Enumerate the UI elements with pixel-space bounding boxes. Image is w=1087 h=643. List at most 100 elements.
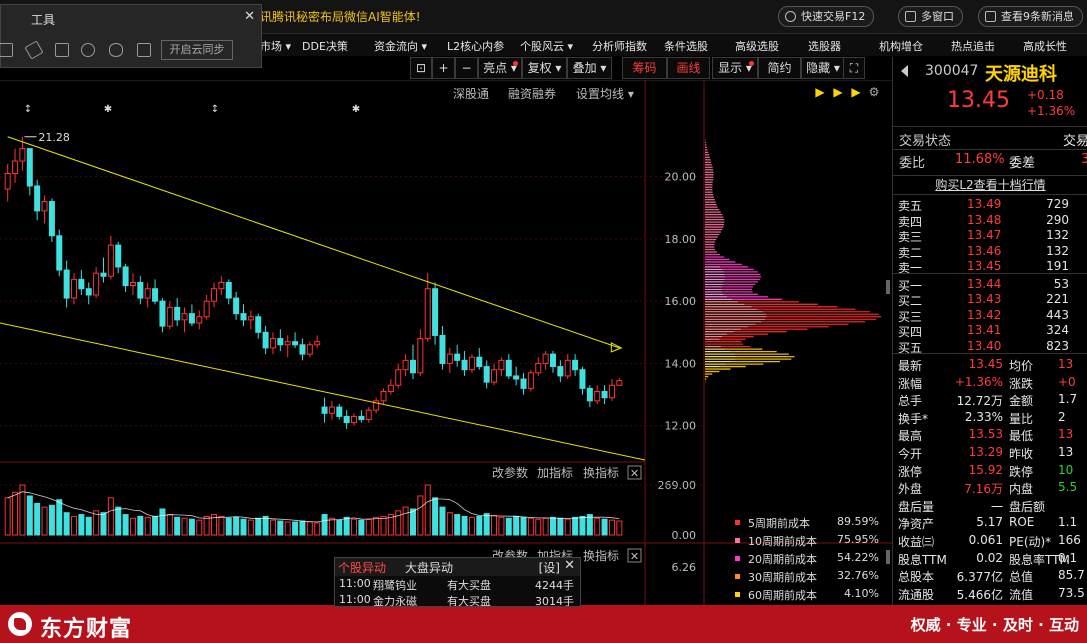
candle-body [417,338,424,374]
candle-body [188,313,195,324]
zoom-out-button[interactable]: − [455,57,478,79]
volume-bar [336,519,343,536]
collapse-arrow-icon[interactable] [901,65,908,77]
tab-market-alerts[interactable]: 大盘异动 [405,559,453,576]
chip-mode-icon[interactable]: ▶ [833,85,843,99]
legend-pct: 4.10% [844,587,879,600]
stat-value-2: +0 [1058,374,1076,389]
candle-body [12,160,19,175]
buy-l2-link[interactable]: 购买L2查看十档行情 [893,175,1087,195]
close-icon[interactable]: ✕ [244,9,255,24]
messages-button[interactable]: 查看9条新消息 [978,6,1083,27]
menu-item-7[interactable]: 高级选股 [735,38,779,54]
ask-row[interactable]: 卖三 13.47 132 [893,227,1087,244]
stat-value: 5.17 [976,515,1003,530]
stat-label-2: 总值 [1009,570,1034,585]
volume-bar [85,516,92,536]
candle-body [48,201,55,237]
news-ticker[interactable]: 讯腾讯秘密布局微信AI智能体! [260,8,421,25]
hide-dropdown[interactable]: 隐藏 ▾ [801,57,845,79]
alert-stock: 翔鹭钨业 [373,579,417,592]
brush-icon[interactable] [0,43,13,57]
simple-mode-button[interactable]: 简约 [758,57,801,79]
brand-slogan: 权威 · 专业 · 及时 · 互动 [910,616,1079,634]
volume-indicator-button[interactable]: 改参数 [492,465,528,480]
eraser-icon[interactable] [24,40,44,60]
ask-row[interactable]: 卖五 13.49 729 [893,196,1087,213]
level-volume: 221 [1046,292,1069,306]
chips-button[interactable]: 筹码 [622,57,667,79]
chip-mode-icon[interactable]: ▶ [815,85,825,99]
stock-code: 300047 [925,63,979,79]
stat-label-2: 均价 [1009,359,1034,373]
eye-icon[interactable] [109,43,123,57]
channel-upper-line [7,136,620,349]
candle-body [380,390,387,402]
alert-settings-button[interactable]: [设] [539,559,560,576]
volume-indicator-button[interactable]: 换指标 [583,465,619,480]
legend-pct: 54.22% [837,551,879,564]
menu-item-10[interactable]: 热点追击 [951,38,995,54]
volume-bar [115,506,122,536]
bid-row[interactable]: 买五 13.40 823 [893,338,1087,355]
highlight-dropdown[interactable]: 亮点 ▾ [478,57,522,79]
candle-body [535,362,542,374]
export-icon[interactable] [137,43,151,57]
ask-row[interactable]: 卖四 13.48 290 [893,212,1087,229]
multi-window-button[interactable]: 多窗口 [898,6,963,27]
gear-icon[interactable]: ⚙ [869,85,880,99]
adjust-dropdown[interactable]: 复权 ▾ [522,57,567,79]
candle-body [572,359,579,371]
volume-bar [306,521,313,536]
menu-item-0[interactable]: 市场 ▾ [260,38,291,54]
candle-body [358,415,365,421]
trash-icon[interactable] [55,43,69,57]
zoom-in-button[interactable]: + [432,57,455,79]
menu-item-9[interactable]: 机构增仓 [879,38,923,54]
menu-item-3[interactable]: L2核心内参 [447,38,504,54]
overlay-dropdown[interactable]: 叠加 ▾ [567,57,612,79]
fullscreen-button[interactable]: ⛶ [843,57,865,79]
volume-bar [557,517,564,536]
candle-body [616,380,623,386]
draw-line-button[interactable]: 画线 [667,57,710,79]
stat-row: 总股本 6.377亿 总值 85.7 [893,567,1087,585]
volume-bar [247,519,254,536]
gear-icon[interactable] [81,43,95,57]
menu-item-8[interactable]: 选股器 [808,38,841,54]
menu-item-4[interactable]: 个股风云 ▾ [520,38,573,54]
indicator-button[interactable]: 换指标 [583,548,619,563]
stat-row: 换手* 2.33% 量比 2 [893,409,1087,427]
menu-item-2[interactable]: 资金流向 ▾ [374,38,427,54]
level-price: 13.49 [967,197,1002,211]
stat-value-2: 1.1 [1058,515,1078,530]
tab-stock-alerts[interactable]: 个股异动 [338,559,386,576]
cloud-sync-button[interactable]: 开启云同步 [161,40,233,60]
volume-bar [137,515,144,536]
stat-value-2: 13 [1058,357,1074,371]
y-tick-label: 14.00 [665,357,697,370]
level-volume: 443 [1046,307,1069,322]
alert-row[interactable]: 11:00 金力永磁 有大买盘 3014手 [335,592,580,606]
bid-row[interactable]: 买二 13.43 221 [893,291,1087,308]
bid-row[interactable]: 买四 13.41 324 [893,322,1087,339]
menu-item-1[interactable]: DDE决策 [302,38,348,54]
quick-trade-button[interactable]: 快速交易F12 [778,6,875,27]
candle-body [564,359,571,377]
menu-item-6[interactable]: 条件选股 [664,38,708,54]
legend-item: 20周期前成本 54.22% [730,550,882,568]
bid-row[interactable]: 买三 13.42 443 [893,307,1087,324]
bid-row[interactable]: 买一 13.44 53 [893,276,1087,293]
chip-mode-icon[interactable]: ▶ [851,85,861,99]
volume-indicator-button[interactable]: 加指标 [537,465,573,480]
close-icon[interactable]: ✕ [564,558,575,573]
volume-bar [78,514,85,536]
layout-button[interactable]: ⊡ [410,57,432,79]
alert-row[interactable]: 11:00 翔鹭钨业 有大买盘 4244手 [335,576,580,592]
ask-row[interactable]: 卖二 13.46 132 [893,243,1087,260]
menu-item-11[interactable]: 高成长性 [1023,38,1067,54]
menu-item-5[interactable]: 分析师指数 [592,38,647,54]
candle-body [321,406,328,414]
display-dropdown[interactable]: 显示 ▾ [712,57,758,79]
legend-name: 20周期前成本 [748,553,817,566]
